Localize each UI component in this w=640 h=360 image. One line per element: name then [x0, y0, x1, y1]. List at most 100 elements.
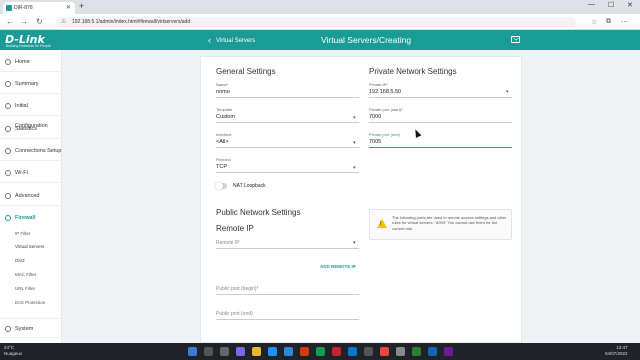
interface-select[interactable]: <All>	[216, 139, 229, 145]
sidebar-item-advanced[interactable]: Advanced	[0, 186, 62, 206]
edge-icon[interactable]	[268, 347, 277, 356]
virtual-server-form-card	[200, 56, 522, 343]
add-remote-ip-button[interactable]: ADD REMOTE IP	[320, 264, 356, 269]
remote-ip-title: Remote IP	[216, 224, 254, 233]
app-icon[interactable]	[332, 347, 341, 356]
public-network-settings-title: Public Network Settings	[216, 208, 301, 217]
page-title: Virtual Servers/Creating	[321, 35, 412, 45]
sidebar-sub-ip-filter[interactable]: IP Filter	[15, 231, 30, 236]
tab-title: DIR-878	[14, 5, 33, 11]
security-warning-icon[interactable]: ⚠	[61, 18, 66, 25]
close-window-icon[interactable]: ✕	[627, 1, 633, 9]
minimize-icon[interactable]: —	[588, 1, 595, 8]
more-menu-icon[interactable]: ⋯	[621, 18, 628, 26]
widgets-icon[interactable]	[236, 347, 245, 356]
start-icon[interactable]	[188, 347, 197, 356]
private-ip-label: Private IP*	[369, 82, 388, 87]
remote-ip-select[interactable]: Remote IP	[216, 240, 240, 246]
toggle-knob	[215, 182, 223, 190]
sidebar-item-initial-configuration[interactable]: Initial Configuration	[0, 96, 62, 129]
task-view-icon[interactable]	[220, 347, 229, 356]
app-icon[interactable]	[396, 347, 405, 356]
general-settings-title: General Settings	[216, 67, 276, 76]
new-tab-icon[interactable]: +	[79, 1, 84, 11]
browser-tab[interactable]: DIR-878 ✕	[3, 2, 75, 14]
clock-date: 04/07/2022	[605, 351, 628, 356]
store-icon[interactable]	[284, 347, 293, 356]
browser-tab-bar: DIR-878 ✕ + — ☐ ✕	[0, 0, 640, 14]
weather-condition: Nuageux	[4, 351, 23, 356]
public-port-end-input[interactable]: Public port (end)	[216, 311, 253, 317]
protocol-select[interactable]: TCP	[216, 164, 227, 170]
remote-ip-underline	[216, 248, 359, 249]
name-input[interactable]: nomo	[216, 89, 230, 95]
notifications-mail-icon[interactable]	[511, 36, 520, 43]
public-port-begin-input[interactable]: Public port (begin)*	[216, 286, 259, 292]
sidebar-item-system[interactable]: System	[0, 318, 62, 338]
chevron-left-icon: ‹	[208, 35, 211, 45]
app-icon[interactable]	[428, 347, 437, 356]
weather-widget[interactable]: 24°C Nuageux	[4, 345, 22, 357]
sidebar-item-summary[interactable]: Summary	[0, 74, 62, 94]
chevron-down-icon[interactable]: ▾	[353, 240, 356, 246]
collections-icon[interactable]: ⧉	[606, 18, 611, 26]
app-header: D-Link Building Networks for People ‹ Vir…	[0, 30, 640, 50]
back-to-virtual-servers[interactable]: ‹ Virtual Servers	[208, 34, 256, 45]
chevron-down-icon[interactable]: ▾	[506, 89, 509, 95]
app-icon[interactable]	[444, 347, 453, 356]
sidebar-item-statistics[interactable]: Statistics	[0, 119, 62, 139]
app-icon[interactable]	[412, 347, 421, 356]
app-icon[interactable]	[380, 347, 389, 356]
sidebar-item-label: Statistics	[15, 126, 38, 132]
sidebar-item-label: Wi-Fi	[15, 170, 28, 176]
template-underline	[216, 122, 359, 123]
favorites-icon[interactable]: ☆	[591, 18, 597, 26]
sidebar-sub-dos-protection[interactable]: DoS Protection	[15, 300, 45, 305]
sidebar-sub-mac-filter[interactable]: MAC Filter	[15, 272, 36, 277]
sidebar-item-home[interactable]: Home	[0, 52, 62, 72]
chevron-down-icon[interactable]: ▾	[353, 115, 356, 121]
logo-tagline: Building Networks for People	[6, 44, 51, 48]
sidebar-item-wifi[interactable]: Wi-Fi	[0, 163, 62, 183]
sidebar-item-connections-setup[interactable]: Connections Setup	[0, 141, 62, 161]
search-icon[interactable]	[204, 347, 213, 356]
sidebar-item-label: Connections Setup	[15, 148, 62, 154]
sidebar-item-firewall[interactable]: Firewall	[0, 208, 62, 228]
back-arrow-icon[interactable]: ←	[6, 17, 14, 26]
notice-text: The following ports are used in remote a…	[392, 215, 507, 231]
close-tab-icon[interactable]: ✕	[66, 4, 71, 11]
chevron-down-icon[interactable]: ▾	[353, 165, 356, 171]
template-select[interactable]: Custom	[216, 114, 235, 120]
private-port-start-input[interactable]: 7000	[369, 114, 381, 120]
reload-icon[interactable]: ↻	[36, 17, 43, 26]
chart-icon	[5, 126, 11, 132]
protocol-underline	[216, 172, 359, 173]
maximize-icon[interactable]: ☐	[608, 1, 614, 9]
nat-loopback-label: NAT Loopback	[233, 183, 266, 189]
app-icon[interactable]	[364, 347, 373, 356]
sidebar-item-label: Home	[15, 59, 30, 65]
private-network-settings-title: Private Network Settings	[369, 67, 457, 76]
nat-loopback-toggle[interactable]	[215, 182, 227, 190]
warning-mark: !	[380, 221, 382, 227]
office-icon[interactable]	[300, 347, 309, 356]
system-clock[interactable]: 13:47 04/07/2022	[605, 345, 628, 357]
app-icon[interactable]	[316, 347, 325, 356]
back-label: Virtual Servers	[216, 38, 256, 44]
shield-icon	[5, 215, 11, 221]
private-ip-input[interactable]: 192.168.5.50	[369, 89, 401, 95]
private-port-end-input[interactable]: 7005	[369, 139, 381, 145]
address-bar[interactable]: ⚠ 192.168.5.1/admin/index.html#firewall/…	[56, 17, 576, 27]
sidebar-sub-dmz[interactable]: DMZ	[15, 258, 25, 263]
network-icon	[5, 148, 11, 154]
sidebar-item-label: System	[15, 326, 34, 332]
public-port-begin-underline	[216, 294, 359, 295]
interface-label: Interface	[216, 132, 232, 137]
chevron-down-icon[interactable]: ▾	[353, 140, 356, 146]
app-icon[interactable]	[348, 347, 357, 356]
sidebar-sub-virtual-servers[interactable]: Virtual Servers	[15, 244, 44, 249]
sidebar-sub-url-filter[interactable]: URL Filter	[15, 286, 35, 291]
forward-arrow-icon[interactable]: →	[20, 17, 28, 26]
interface-underline	[216, 147, 359, 148]
file-explorer-icon[interactable]	[252, 347, 261, 356]
